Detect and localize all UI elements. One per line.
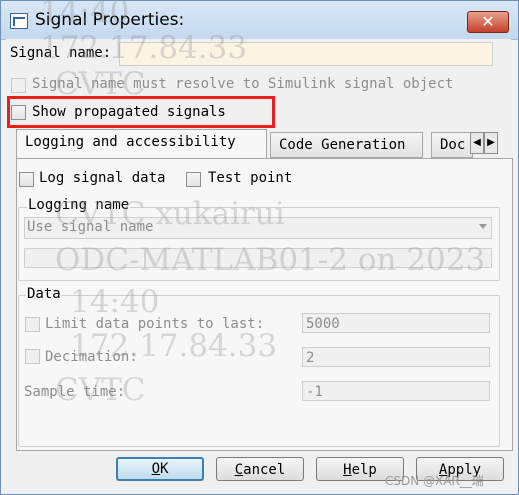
logging-panel: Log signal data Test point Logging name … [16, 158, 513, 451]
decimation-checkbox[interactable] [25, 349, 40, 364]
logging-name-select[interactable]: Use signal name [24, 217, 492, 239]
tab-scroll-right-icon[interactable]: ▶ [484, 132, 498, 154]
limit-data-input[interactable]: 5000 [302, 313, 490, 333]
tab-doc[interactable]: Doc [431, 132, 473, 158]
csdn-watermark: CSDN @XAR__瑞 [385, 474, 484, 488]
sample-time-input[interactable]: -1 [302, 381, 490, 401]
sample-time-label: Sample time: [24, 384, 126, 400]
signal-name-label: Signal name: [10, 45, 112, 61]
decimation-label: Decimation: [45, 349, 138, 365]
highlight-box [7, 96, 275, 128]
test-point-checkbox[interactable] [186, 172, 201, 187]
decimation-input[interactable]: 2 [302, 347, 490, 367]
tab-scroll-left-icon[interactable]: ◀ [470, 132, 484, 154]
tab-strip: Logging and accessibility Code Generatio… [16, 129, 511, 159]
dialog-body: Signal name: Signal name must resolve to… [6, 39, 513, 487]
must-resolve-label: Signal name must resolve to Simulink sig… [32, 76, 454, 92]
ok-button[interactable]: OK [116, 457, 204, 481]
window-title: Signal Properties: [35, 10, 185, 30]
data-group-title: Data [26, 286, 62, 302]
log-signal-label: Log signal data [39, 170, 166, 186]
tab-code-generation[interactable]: Code Generation [270, 132, 423, 158]
test-point-label: Test point [208, 170, 293, 186]
close-button[interactable]: ✕ [467, 11, 509, 33]
title-bar[interactable]: Signal Properties: ✕ [1, 1, 518, 40]
log-signal-checkbox[interactable] [19, 172, 34, 187]
signal-name-input[interactable] [119, 42, 493, 66]
logging-name-input[interactable] [24, 248, 492, 268]
must-resolve-checkbox[interactable] [11, 78, 26, 93]
logging-name-title: Logging name [27, 197, 131, 213]
app-icon [10, 13, 28, 29]
chevron-down-icon [479, 224, 487, 229]
limit-data-checkbox[interactable] [25, 317, 40, 332]
tab-logging[interactable]: Logging and accessibility [16, 129, 267, 159]
limit-data-label: Limit data points to last: [45, 316, 265, 332]
cancel-button[interactable]: Cancel [216, 457, 304, 481]
logging-name-option: Use signal name [27, 219, 154, 235]
